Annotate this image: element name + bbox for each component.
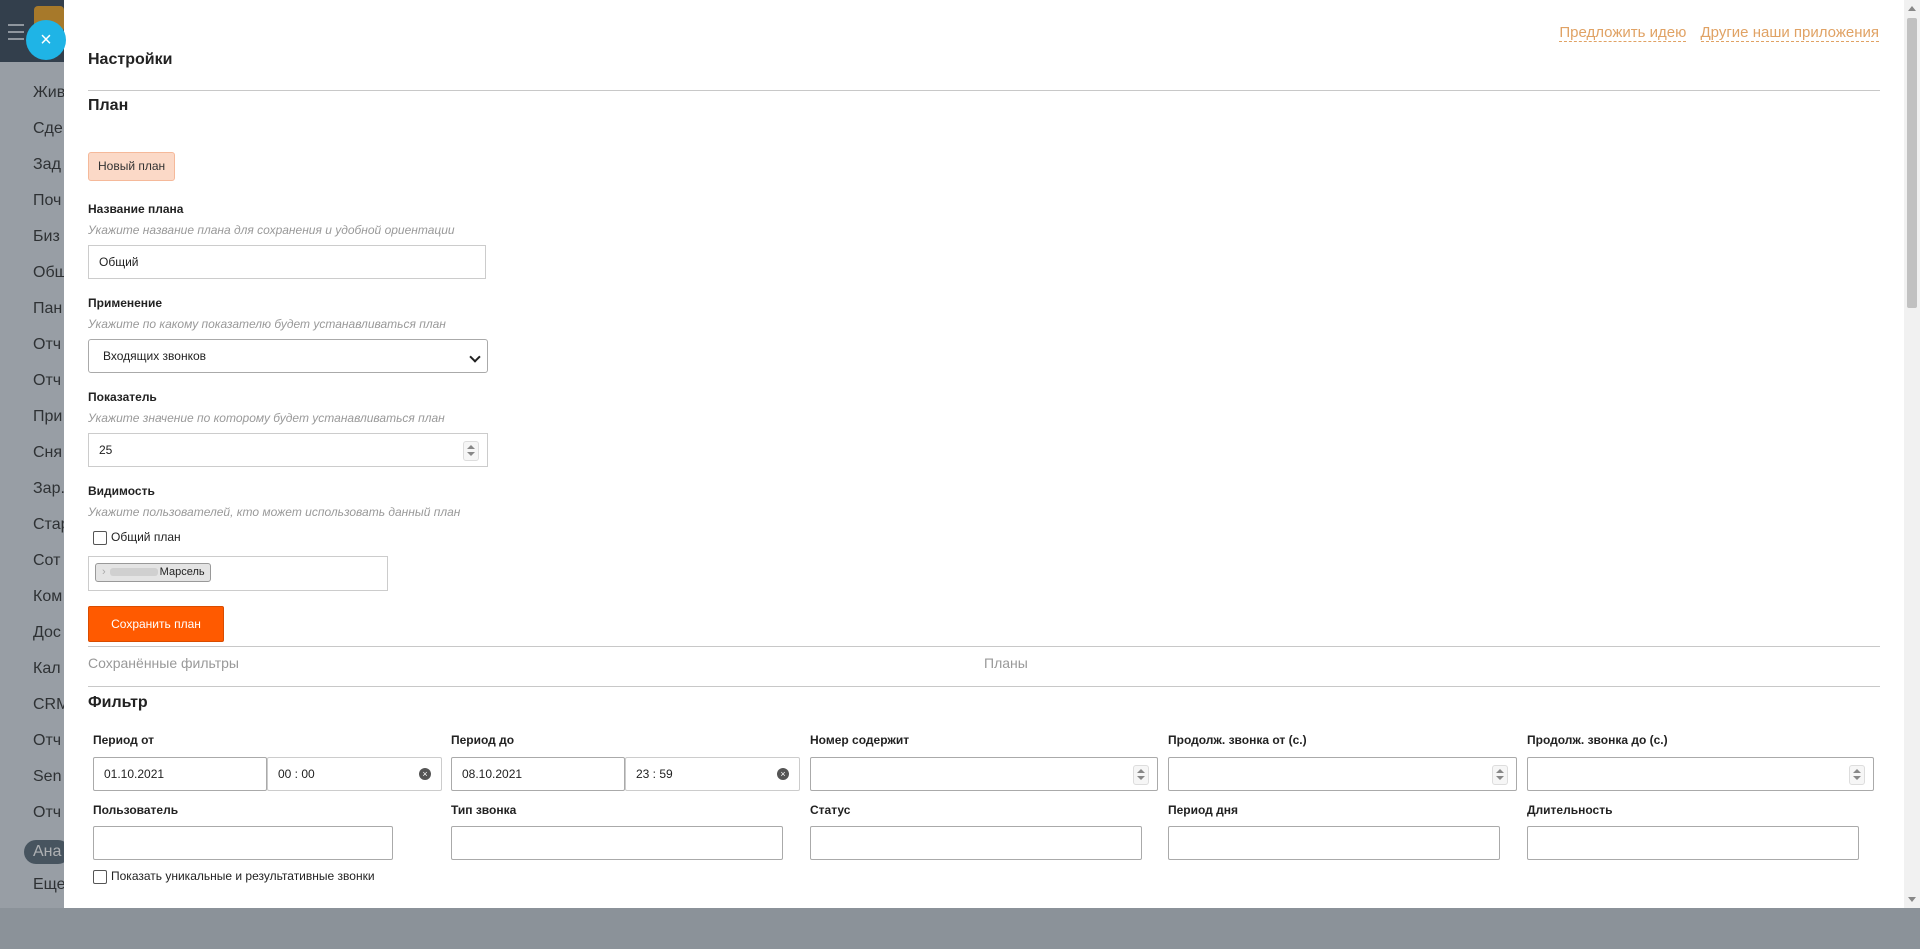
visibility-label: Видимость bbox=[88, 484, 155, 498]
divider bbox=[88, 686, 1880, 687]
status-input[interactable] bbox=[810, 826, 1142, 860]
remove-tag-icon[interactable]: › bbox=[102, 566, 106, 578]
redacted-surname bbox=[109, 568, 158, 577]
user-tag-name: Марсель bbox=[159, 566, 205, 578]
number-spinner-icon[interactable] bbox=[1133, 765, 1149, 785]
period-to-time-input[interactable]: 23 : 59 × bbox=[625, 757, 800, 791]
scroll-down-icon[interactable] bbox=[1908, 897, 1916, 902]
period-to-label: Период до bbox=[451, 733, 515, 747]
divider bbox=[88, 646, 1880, 647]
close-icon: × bbox=[40, 29, 52, 51]
vertical-scrollbar[interactable] bbox=[1904, 0, 1920, 908]
plan-heading: План bbox=[88, 97, 129, 114]
duration-to-input[interactable] bbox=[1527, 757, 1874, 791]
new-plan-button[interactable]: Новый план bbox=[88, 152, 176, 181]
user-filter-input[interactable] bbox=[93, 826, 393, 860]
tab-plans[interactable]: Планы bbox=[984, 655, 1028, 671]
application-select[interactable]: Входящих звонков bbox=[88, 339, 488, 373]
period-from-date-input[interactable]: 01.10.2021 bbox=[93, 757, 267, 791]
duration-label: Длительность bbox=[1527, 803, 1613, 817]
common-plan-checkbox[interactable] bbox=[93, 531, 107, 545]
indicator-label: Показатель bbox=[88, 390, 157, 404]
user-filter-label: Пользователь bbox=[93, 803, 179, 817]
call-type-input[interactable] bbox=[451, 826, 783, 860]
close-panel-button[interactable]: × bbox=[26, 20, 66, 60]
application-hint: Укажите по какому показателю будет устан… bbox=[88, 317, 446, 331]
period-from-label: Период от bbox=[93, 733, 155, 747]
page-title: Настройки bbox=[88, 51, 173, 68]
clear-icon[interactable]: × bbox=[419, 768, 431, 780]
visibility-hint: Укажите пользователей, кто может использ… bbox=[88, 505, 461, 519]
users-select[interactable]: › Марсель bbox=[88, 556, 388, 591]
plan-name-input[interactable] bbox=[88, 245, 486, 279]
number-contains-input[interactable] bbox=[810, 757, 1158, 791]
number-spinner-icon[interactable] bbox=[1492, 765, 1508, 785]
plan-name-hint: Укажите название плана для сохранения и … bbox=[88, 223, 455, 237]
number-spinner-icon[interactable] bbox=[463, 441, 479, 461]
scroll-up-icon[interactable] bbox=[1908, 6, 1916, 11]
common-plan-label: Общий план bbox=[111, 530, 181, 544]
divider bbox=[88, 90, 1880, 91]
status-label: Статус bbox=[810, 803, 851, 817]
duration-from-input[interactable] bbox=[1168, 757, 1517, 791]
settings-panel: Предложить идею Другие наши приложения Н… bbox=[64, 0, 1904, 908]
unique-calls-checkbox[interactable] bbox=[93, 870, 107, 884]
other-apps-link[interactable]: Другие наши приложения bbox=[1700, 24, 1879, 42]
day-period-input[interactable] bbox=[1168, 826, 1500, 860]
period-from-time-value: 00 : 00 bbox=[278, 767, 315, 781]
top-links: Предложить идею Другие наши приложения bbox=[1549, 24, 1879, 42]
unique-calls-label: Показать уникальные и результативные зво… bbox=[111, 869, 375, 883]
indicator-number-input[interactable]: 25 bbox=[88, 433, 488, 467]
application-label: Применение bbox=[88, 296, 163, 310]
period-to-date-input[interactable]: 08.10.2021 bbox=[451, 757, 625, 791]
user-tag: › Марсель bbox=[95, 563, 211, 582]
clear-icon[interactable]: × bbox=[777, 768, 789, 780]
filter-heading: Фильтр bbox=[88, 694, 148, 711]
duration-to-label: Продолж. звонка до (с.) bbox=[1527, 733, 1668, 747]
duration-input[interactable] bbox=[1527, 826, 1859, 860]
period-from-time-input[interactable]: 00 : 00 × bbox=[267, 757, 442, 791]
day-period-label: Период дня bbox=[1168, 803, 1238, 817]
plan-name-label: Название плана bbox=[88, 202, 184, 216]
duration-from-label: Продолж. звонка от (с.) bbox=[1168, 733, 1307, 747]
chevron-down-icon bbox=[469, 351, 481, 363]
suggest-idea-link[interactable]: Предложить идею bbox=[1559, 24, 1687, 42]
number-spinner-icon[interactable] bbox=[1849, 765, 1865, 785]
indicator-value: 25 bbox=[99, 443, 113, 457]
save-plan-button[interactable]: Сохранить план bbox=[88, 606, 224, 642]
application-select-value: Входящих звонков bbox=[103, 349, 207, 363]
number-contains-label: Номер содержит bbox=[810, 733, 910, 747]
call-type-label: Тип звонка bbox=[451, 803, 517, 817]
indicator-hint: Укажите значение по которому будет устан… bbox=[88, 411, 445, 425]
tab-saved-filters[interactable]: Сохранённые фильтры bbox=[88, 655, 239, 671]
period-to-time-value: 23 : 59 bbox=[636, 767, 673, 781]
scrollbar-thumb[interactable] bbox=[1907, 18, 1917, 308]
